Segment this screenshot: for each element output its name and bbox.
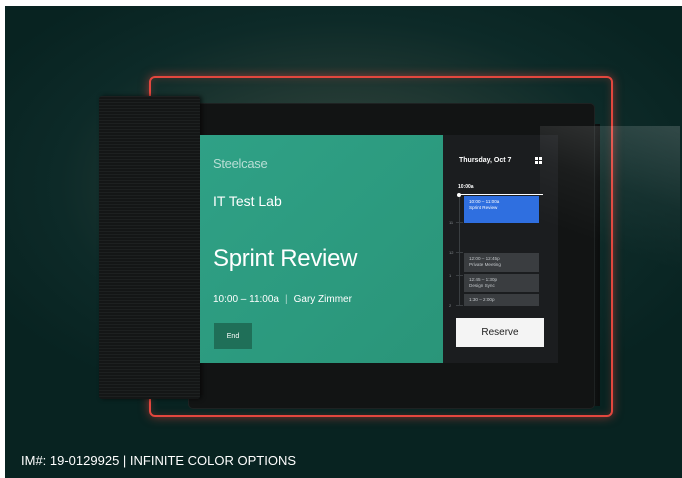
- meeting-time: 10:00 – 11:00a: [213, 294, 279, 305]
- hour-label: 2: [449, 303, 452, 308]
- schedule-pane: Thursday, Oct 7 10:00a 11 12 1 2 10:00 –…: [443, 135, 558, 363]
- hour-label: 11: [449, 220, 454, 225]
- brand-logo: Steelcase: [213, 156, 268, 171]
- hour-tick: [456, 222, 463, 223]
- event-title: Sprint Review: [469, 205, 498, 210]
- event-title: Private Meeting: [469, 262, 501, 267]
- timeline-axis: [459, 194, 460, 306]
- grid-icon[interactable]: [535, 157, 542, 164]
- hour-tick: [456, 275, 463, 276]
- event-time: 1:30 – 2:00p: [469, 297, 495, 302]
- current-meeting-pane: Steelcase IT Test Lab Sprint Review 10:0…: [200, 135, 443, 363]
- slatted-side-block: [99, 96, 200, 399]
- event-block-active[interactable]: 10:00 – 11:00a Sprint Review: [464, 196, 539, 223]
- schedule-date: Thursday, Oct 7: [459, 157, 512, 164]
- room-name: IT Test Lab: [213, 193, 282, 209]
- hour-label: 1: [449, 273, 452, 278]
- room-scheduler-screen: Steelcase IT Test Lab Sprint Review 10:0…: [200, 135, 558, 363]
- hour-label: 12: [449, 250, 454, 255]
- meta-separator: |: [285, 294, 288, 305]
- event-block[interactable]: 1:30 – 2:00p: [464, 294, 539, 306]
- event-block[interactable]: 12:45 – 1:30p Design Sync: [464, 274, 539, 292]
- reserve-button[interactable]: Reserve: [456, 318, 544, 347]
- current-time: 10:00a: [458, 184, 474, 190]
- meeting-meta: 10:00 – 11:00a | Gary Zimmer: [213, 294, 352, 305]
- now-indicator-line: [460, 194, 543, 195]
- event-block[interactable]: 12:00 – 12:45p Private Meeting: [464, 253, 539, 272]
- meeting-title: Sprint Review: [213, 245, 358, 272]
- hour-tick: [456, 252, 463, 253]
- image-caption: IM#: 19-0129925 | INFINITE COLOR OPTIONS: [21, 453, 297, 468]
- event-title: Design Sync: [469, 283, 495, 288]
- end-meeting-button[interactable]: End: [214, 323, 252, 349]
- hour-tick: [456, 305, 463, 306]
- product-photo: Steelcase IT Test Lab Sprint Review 10:0…: [5, 6, 682, 478]
- meeting-organizer: Gary Zimmer: [293, 294, 352, 305]
